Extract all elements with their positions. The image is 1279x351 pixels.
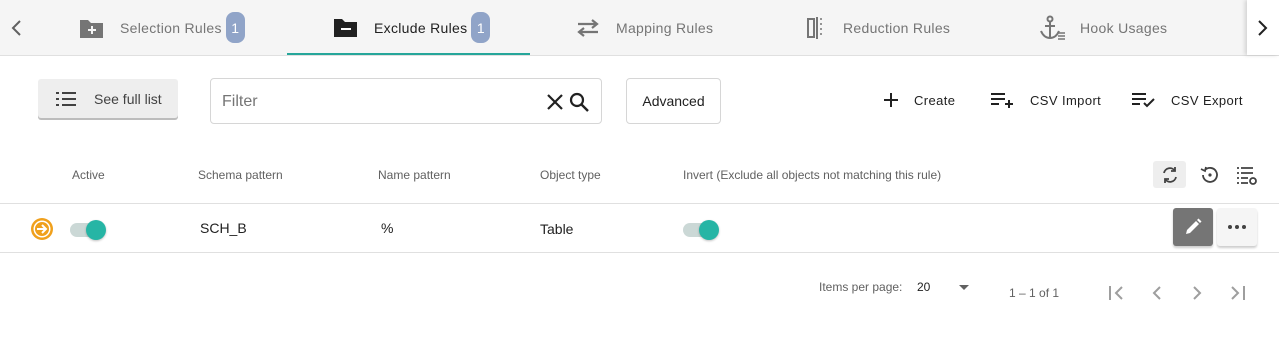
clear-filter-icon[interactable]: [544, 91, 566, 113]
column-header-invert[interactable]: Invert (Exclude all objects not matching…: [683, 168, 941, 182]
column-header-name-pattern[interactable]: Name pattern: [378, 168, 451, 182]
tab-hook-usages[interactable]: Hook Usages: [1038, 0, 1167, 55]
toggle-thumb: [699, 220, 719, 240]
csv-export-button[interactable]: CSV Export: [1131, 86, 1243, 114]
items-per-page-select[interactable]: 20: [917, 276, 973, 298]
chevron-right-icon: [1193, 286, 1202, 300]
swap-arrows-icon: [574, 16, 602, 40]
refresh-icon: [1162, 166, 1177, 183]
items-per-page-label: Items per page:: [819, 280, 903, 294]
history-button[interactable]: [1195, 161, 1225, 188]
chevron-left-icon: [1152, 286, 1161, 300]
see-full-list-button[interactable]: See full list: [38, 79, 178, 118]
page-range: 1 – 1 of 1: [1009, 286, 1060, 300]
tab-scroll-left-button[interactable]: [0, 0, 32, 55]
refresh-button[interactable]: [1153, 161, 1186, 188]
tab-label: Reduction Rules: [843, 19, 951, 36]
folder-plus-icon: [78, 16, 106, 40]
playlist-check-icon: [1131, 91, 1157, 109]
tab-label: Selection Rules: [120, 19, 222, 36]
more-horizontal-icon: [1228, 225, 1246, 229]
chevron-right-icon: [1258, 19, 1268, 36]
list-icon: [56, 91, 76, 106]
tab-label: Exclude Rules: [374, 19, 468, 36]
tab-reduction-rules[interactable]: Reduction Rules: [805, 0, 950, 55]
column-settings-button[interactable]: [1232, 161, 1262, 188]
tab-exclude-rules[interactable]: Exclude Rules 1: [332, 0, 491, 55]
arrow-right-circle-icon[interactable]: [30, 217, 54, 241]
name-pattern-cell: %: [381, 220, 394, 236]
tab-selection-rules[interactable]: Selection Rules 1: [78, 0, 245, 55]
tab-label: Mapping Rules: [616, 19, 714, 36]
chevron-left-icon: [11, 19, 21, 36]
filter-field: [210, 78, 602, 124]
active-tab-indicator: [287, 53, 530, 55]
tab-count-badge: 1: [225, 12, 245, 43]
list-settings-icon: [1237, 166, 1257, 185]
tab-label: Hook Usages: [1080, 19, 1168, 36]
tab-mapping-rules[interactable]: Mapping Rules: [574, 0, 713, 55]
table-divider: [0, 252, 1279, 253]
next-page-button[interactable]: [1185, 281, 1209, 305]
first-page-icon: [1109, 286, 1123, 300]
csv-export-label: CSV Export: [1171, 92, 1243, 108]
advanced-button[interactable]: Advanced: [626, 78, 721, 124]
last-page-button[interactable]: [1225, 281, 1249, 305]
filter-input[interactable]: [222, 91, 542, 113]
first-page-button[interactable]: [1105, 281, 1129, 305]
history-icon: [1200, 166, 1218, 183]
plus-icon: [882, 91, 900, 109]
tab-count-badge: 1: [471, 12, 491, 43]
pencil-icon: [1186, 218, 1202, 234]
invert-toggle[interactable]: [683, 216, 719, 240]
folder-minus-icon: [332, 16, 360, 40]
toggle-thumb: [86, 220, 106, 240]
items-per-page-value: 20: [917, 280, 931, 294]
column-header-schema-pattern[interactable]: Schema pattern: [198, 168, 283, 182]
search-icon[interactable]: [568, 91, 590, 113]
csv-import-button[interactable]: CSV Import: [990, 86, 1101, 114]
see-full-list-label: See full list: [94, 90, 162, 107]
playlist-add-icon: [990, 91, 1016, 109]
column-header-object-type[interactable]: Object type: [540, 168, 601, 182]
more-actions-button[interactable]: [1217, 208, 1257, 246]
last-page-icon: [1231, 286, 1245, 300]
tab-bar: Selection Rules 1 Exclude Rules 1 Mappin…: [0, 0, 1279, 56]
dropdown-caret-icon: [959, 285, 969, 290]
tab-scroll-right-button[interactable]: [1247, 0, 1279, 55]
create-button[interactable]: Create: [882, 86, 955, 114]
active-toggle[interactable]: [70, 216, 106, 240]
schema-pattern-cell: SCH_B: [200, 220, 247, 236]
csv-import-label: CSV Import: [1030, 92, 1102, 108]
previous-page-button[interactable]: [1145, 281, 1169, 305]
reduce-columns-icon: [805, 16, 829, 40]
object-type-cell: Table: [540, 221, 574, 237]
anchor-list-icon: [1038, 14, 1066, 42]
edit-button[interactable]: [1173, 208, 1213, 246]
create-label: Create: [914, 92, 956, 108]
table-divider: [0, 203, 1279, 204]
column-header-active[interactable]: Active: [72, 168, 105, 182]
